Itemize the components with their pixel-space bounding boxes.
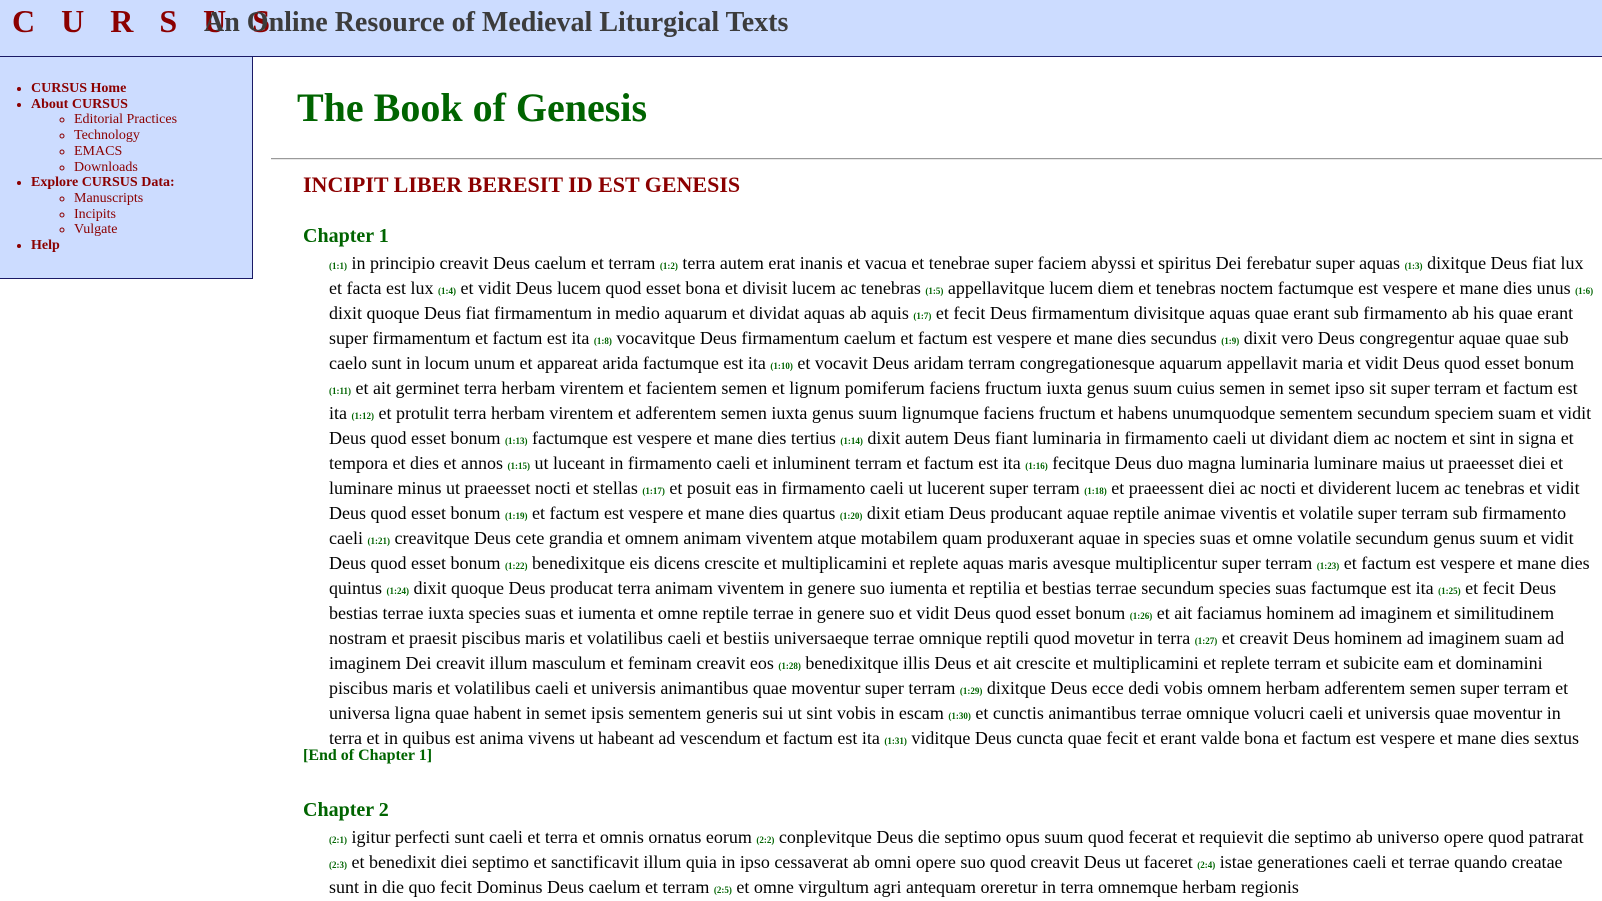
verse-number: (1:4) xyxy=(437,286,456,296)
chapter-end-marker: [End of Chapter 1] xyxy=(303,747,433,764)
verse-text: conplevitque Deus die septimo opus suum … xyxy=(778,827,1584,847)
verse-text: et vidit Deus lucem quod esset bona et d… xyxy=(460,278,921,298)
title-divider xyxy=(271,158,1602,160)
nav-link-home[interactable]: CURSUS Home xyxy=(31,81,126,96)
verse-number: (1:21) xyxy=(367,536,390,546)
verse-number: (1:27) xyxy=(1194,636,1218,646)
nav-list: CURSUS Home About CURSUS Editorial Pract… xyxy=(0,81,177,254)
nav-item-about: About CURSUS Editorial Practices Technol… xyxy=(31,97,177,176)
verse-number: (1:12) xyxy=(351,411,375,421)
nav-subitem: EMACS xyxy=(74,144,177,160)
chapter-text: (1:1) in principio creavit Deus caelum e… xyxy=(329,252,1597,752)
nav-link-technology[interactable]: Technology xyxy=(74,128,140,143)
verse-number: (1:26) xyxy=(1129,611,1153,621)
verse-text: terra autem erat inanis et vacua et tene… xyxy=(682,253,1401,273)
verse-number: (1:6) xyxy=(1575,286,1594,296)
site-subtitle: An Online Resource of Medieval Liturgica… xyxy=(204,7,789,38)
nav-link-incipits[interactable]: Incipits xyxy=(74,207,116,222)
verse-text: dixit quoque Deus fiat firmamentum in me… xyxy=(329,303,909,323)
verse-number: (2:4) xyxy=(1197,860,1216,870)
verse-number: (2:3) xyxy=(329,860,347,870)
nav-link-vulgate[interactable]: Vulgate xyxy=(74,222,117,237)
verse-number: (1:1) xyxy=(329,261,347,271)
page-title: The Book of Genesis xyxy=(297,85,648,130)
verse-text: factumque est vespere et mane dies terti… xyxy=(531,428,836,448)
verse-text: vocavitque Deus firmamentum caelum et fa… xyxy=(616,328,1217,348)
verse-number: (1:23) xyxy=(1316,561,1340,571)
verse-number: (1:9) xyxy=(1221,336,1240,346)
verse-number: (1:29) xyxy=(959,686,983,696)
nav-subitem: Technology xyxy=(74,128,177,144)
nav-link-about[interactable]: About CURSUS xyxy=(31,97,128,112)
nav-link-downloads[interactable]: Downloads xyxy=(74,160,138,175)
nav-item-help: Help xyxy=(31,238,177,254)
nav-link-emacs[interactable]: EMACS xyxy=(74,144,122,159)
verse-text: igitur perfecti sunt caeli et terra et o… xyxy=(351,827,752,847)
verse-number: (1:8) xyxy=(593,336,612,346)
nav-sublist-about: Editorial Practices Technology EMACS Dow… xyxy=(31,112,177,175)
verse-number: (1:20) xyxy=(839,511,863,521)
verse-number: (1:17) xyxy=(642,486,665,496)
verse-number: (1:13) xyxy=(504,436,528,446)
site-header: C U R S U S An Online Resource of Mediev… xyxy=(0,0,1602,57)
verse-text: et omne virgultum agri antequam oreretur… xyxy=(736,877,1299,897)
verse-number: (1:16) xyxy=(1025,461,1048,471)
verse-number: (1:22) xyxy=(504,561,528,571)
verse-text: et vocavit Deus aridam terram congregati… xyxy=(797,353,1575,373)
nav-label-explore: Explore CURSUS Data: xyxy=(31,175,175,191)
verse-number: (1:18) xyxy=(1084,486,1107,496)
chapter-text: (2:1) igitur perfecti sunt caeli et terr… xyxy=(329,826,1597,901)
verse-number: (1:15) xyxy=(507,461,530,471)
verse-number: (1:7) xyxy=(913,311,932,321)
verse-number: (1:14) xyxy=(840,436,863,446)
verse-number: (1:31) xyxy=(884,736,907,746)
verse-text: appellavitque lucem diem et tenebras noc… xyxy=(947,278,1571,298)
verse-number: (1:3) xyxy=(1404,261,1423,271)
nav-sublist-explore: Manuscripts Incipits Vulgate xyxy=(31,191,177,238)
verse-number: (1:10) xyxy=(770,361,793,371)
verse-text: et factum est vespere et mane dies quart… xyxy=(531,503,836,523)
verse-text: dixit quoque Deus producat terra animam … xyxy=(413,578,1434,598)
verse-number: (2:1) xyxy=(329,835,347,845)
verse-number: (2:2) xyxy=(756,835,775,845)
verse-number: (1:5) xyxy=(925,286,944,296)
nav-subitem: Editorial Practices xyxy=(74,112,177,128)
verse-number: (1:2) xyxy=(659,261,678,271)
book-incipit: INCIPIT LIBER BERESIT ID EST GENESIS xyxy=(303,172,741,197)
nav-item-explore: Explore CURSUS Data: Manuscripts Incipit… xyxy=(31,175,177,238)
verse-number: (1:11) xyxy=(329,386,351,396)
nav-item-home: CURSUS Home xyxy=(31,81,177,97)
nav-link-editorial-practices[interactable]: Editorial Practices xyxy=(74,112,177,127)
chapter-heading: Chapter 1 xyxy=(303,225,389,247)
nav-link-help[interactable]: Help xyxy=(31,238,60,253)
nav-subitem: Vulgate xyxy=(74,222,177,238)
verse-text: in principio creavit Deus caelum et terr… xyxy=(351,253,656,273)
verse-text: et posuit eas in firmamento caeli ut luc… xyxy=(669,478,1080,498)
nav-link-manuscripts[interactable]: Manuscripts xyxy=(74,191,143,206)
verse-text: benedixitque eis dicens crescite et mult… xyxy=(531,553,1313,573)
verse-number: (1:30) xyxy=(948,711,971,721)
chapter-heading: Chapter 2 xyxy=(303,799,389,821)
verse-number: (1:25) xyxy=(1438,586,1461,596)
verse-number: (1:19) xyxy=(504,511,528,521)
nav-subitem: Manuscripts xyxy=(74,191,177,207)
verse-text: viditque Deus cuncta quae fecit et erant… xyxy=(911,728,1580,748)
nav-subitem: Incipits xyxy=(74,207,177,223)
verse-text: et benedixit diei septimo et sanctificav… xyxy=(351,852,1193,872)
sidebar-nav: CURSUS Home About CURSUS Editorial Pract… xyxy=(0,57,253,279)
verse-number: (1:28) xyxy=(778,661,801,671)
nav-subitem: Downloads xyxy=(74,160,177,176)
verse-number: (1:24) xyxy=(386,586,410,596)
verse-text: ut luceant in firmamento caeli et inlumi… xyxy=(534,453,1021,473)
